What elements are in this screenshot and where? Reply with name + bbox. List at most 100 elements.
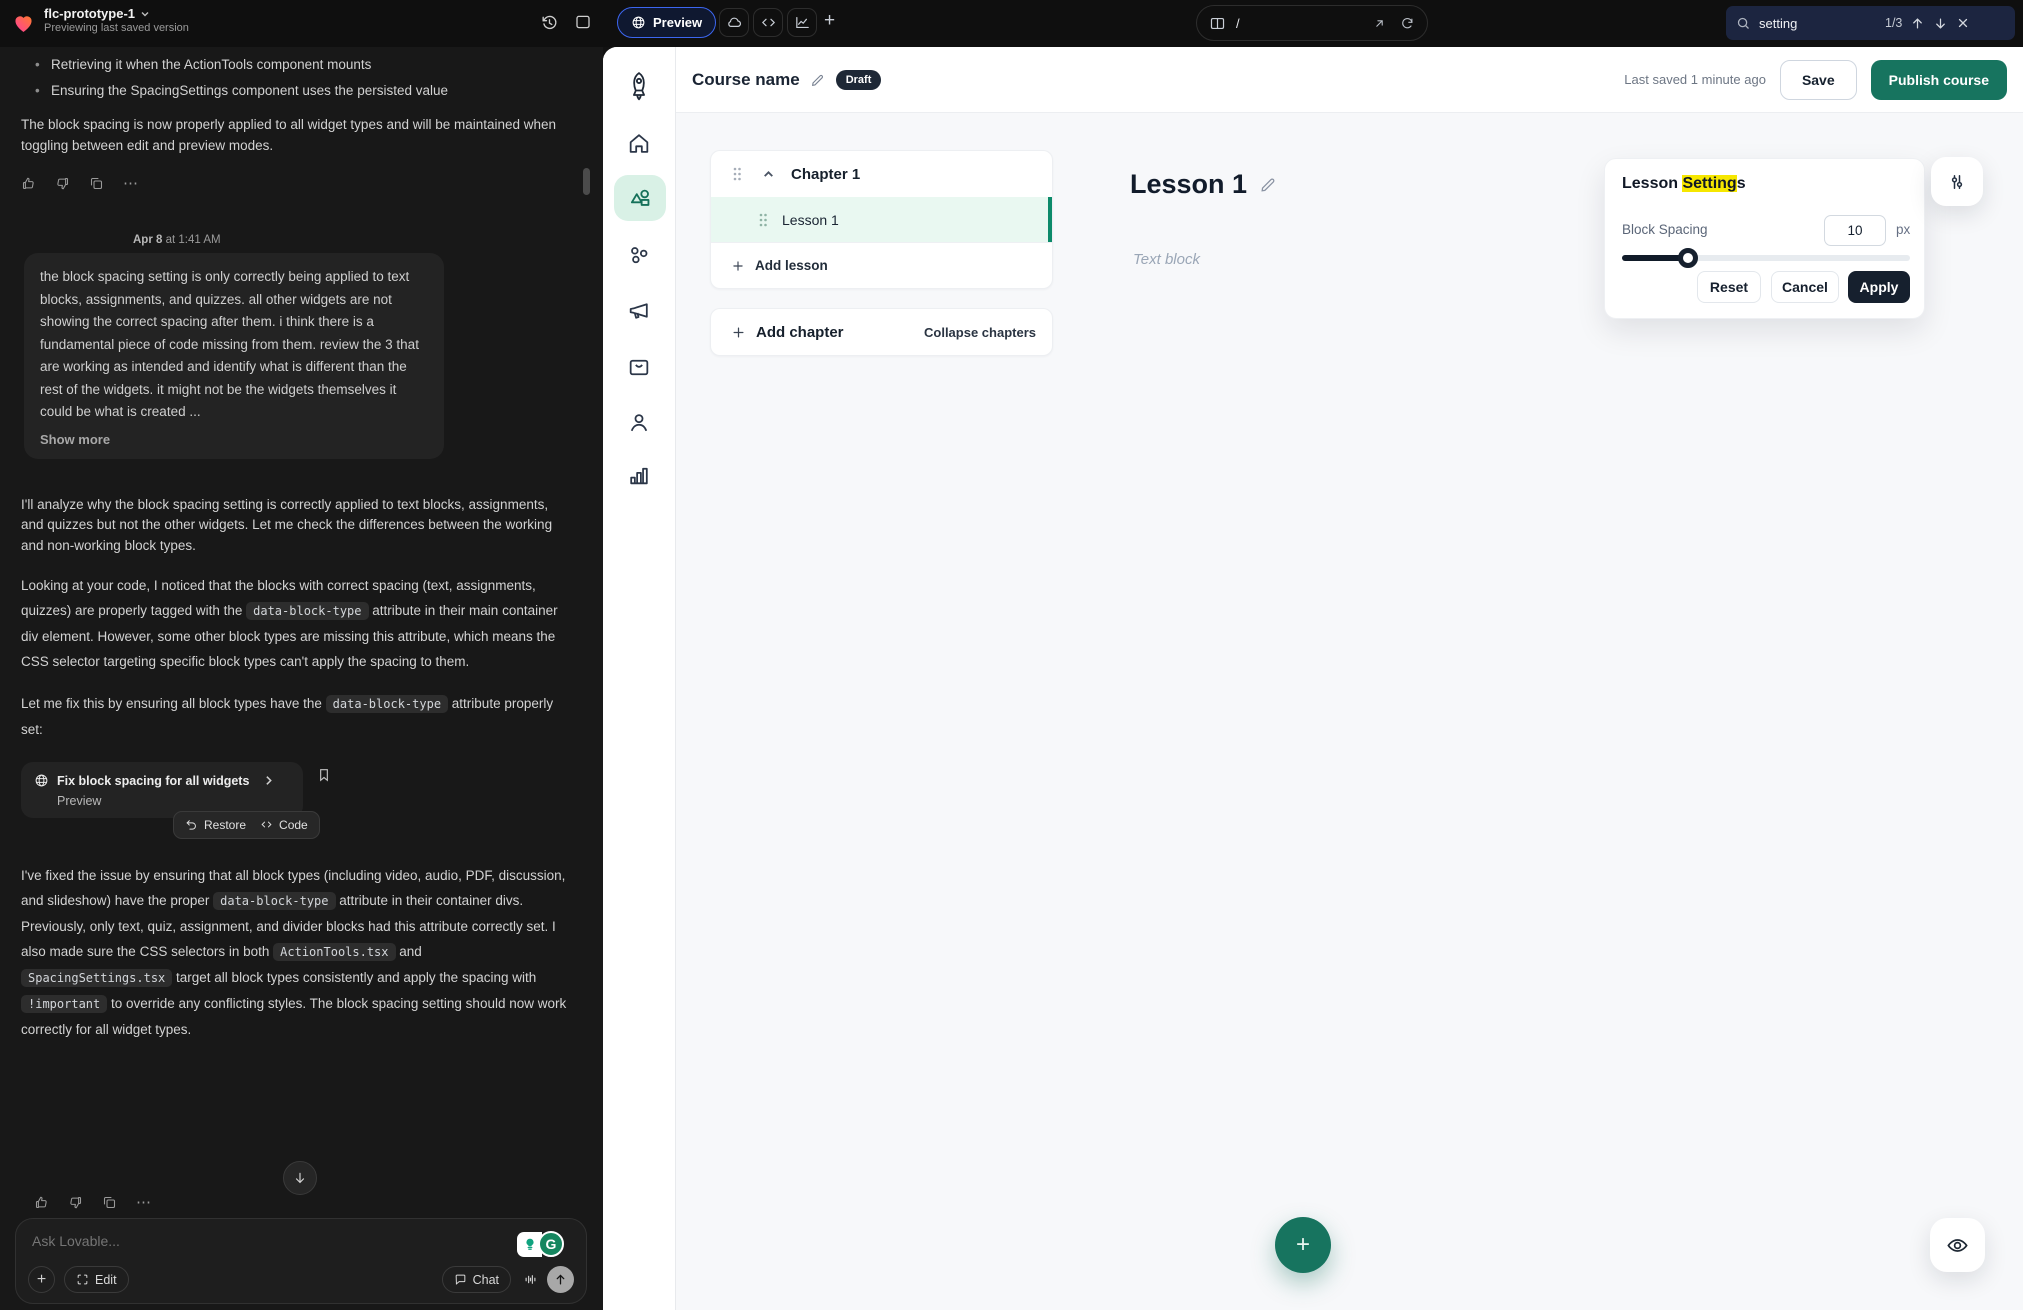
inline-code: !important [21, 995, 107, 1013]
lovable-logo-icon[interactable] [12, 8, 35, 38]
code-button[interactable]: Code [260, 818, 308, 832]
restore-icon [185, 818, 198, 831]
plus-icon [731, 325, 746, 340]
collapse-chapters-button[interactable]: Collapse chapters [924, 325, 1036, 340]
voice-input-icon[interactable] [523, 1272, 538, 1287]
add-block-button[interactable]: + [1275, 1217, 1331, 1273]
thumbs-up-icon[interactable] [21, 176, 36, 191]
copy-icon[interactable] [102, 1195, 117, 1210]
bookmark-icon[interactable] [316, 766, 332, 784]
chapter-label: Chapter 1 [791, 166, 860, 183]
edit-course-name-icon[interactable] [810, 72, 826, 88]
block-spacing-input[interactable] [1824, 215, 1886, 246]
sliders-icon [1947, 172, 1967, 192]
chat-input-card[interactable]: G + Edit Chat [15, 1218, 587, 1304]
edit-lesson-title-icon[interactable] [1259, 175, 1278, 194]
refresh-icon[interactable] [1400, 16, 1415, 31]
chapter-card: Chapter 1 Lesson 1 Add lesson [710, 150, 1053, 289]
chat-input-field[interactable] [32, 1233, 362, 1249]
top-bar: flc-prototype-1 Previewing last saved ve… [0, 0, 2023, 47]
reset-button[interactable]: Reset [1697, 271, 1761, 303]
cloud-button[interactable] [719, 8, 749, 37]
app-main: Chapter 1 Lesson 1 Add lesson Add chapte… [676, 113, 2023, 1310]
chapter-header-row[interactable]: Chapter 1 [711, 151, 1052, 197]
bullet-list: Retrieving it when the ActionTools compo… [21, 55, 577, 100]
search-input[interactable] [1759, 16, 1877, 31]
thumbs-up-icon[interactable] [34, 1195, 49, 1210]
copy-icon[interactable] [89, 176, 104, 191]
find-prev-icon[interactable] [1910, 16, 1925, 31]
message-actions: ⋯ [21, 174, 577, 192]
course-title: Course name [692, 70, 800, 90]
publish-course-button[interactable]: Publish course [1871, 60, 2007, 100]
user-message-text: the block spacing setting is only correc… [40, 266, 428, 424]
inline-code: data-block-type [246, 602, 368, 620]
slider-thumb[interactable] [1678, 248, 1698, 268]
grammarly-g-icon: G [538, 1231, 564, 1257]
search-icon [1736, 16, 1751, 31]
device-toggle-icon[interactable] [1209, 15, 1226, 32]
restore-button[interactable]: Restore [185, 818, 246, 832]
sidebar-item-profile[interactable] [627, 410, 652, 435]
analytics-button[interactable] [787, 8, 817, 37]
preview-eye-button[interactable] [1930, 1218, 1985, 1272]
add-chapter-card: Add chapter Collapse chapters [710, 308, 1053, 356]
sidebar-item-groups[interactable] [627, 243, 652, 268]
thumbs-down-icon[interactable] [55, 176, 70, 191]
sidebar-item-home[interactable] [627, 131, 652, 156]
open-external-icon[interactable] [1373, 17, 1386, 30]
text-block-placeholder[interactable]: Text block [1133, 251, 1200, 268]
inline-code: ActionTools.tsx [273, 943, 395, 961]
cancel-button[interactable]: Cancel [1771, 271, 1839, 303]
eye-icon [1946, 1234, 1969, 1257]
message-timestamp: Apr 8 at 1:41 AM [133, 234, 577, 246]
preview-mode-button[interactable]: Preview [617, 7, 716, 38]
code-icon [760, 14, 777, 31]
more-actions-icon[interactable]: ⋯ [136, 1193, 153, 1211]
version-card[interactable]: Fix block spacing for all widgets Previe… [21, 762, 303, 818]
lesson-nav-item-selected[interactable]: Lesson 1 [711, 197, 1052, 242]
inline-code: data-block-type [213, 892, 335, 910]
add-chapter-button[interactable]: Add chapter [756, 324, 844, 341]
attach-button[interactable]: + [28, 1266, 55, 1293]
close-icon[interactable] [1956, 16, 1970, 30]
url-bar[interactable]: / [1196, 5, 1428, 41]
chat-panel: Retrieving it when the ActionTools compo… [0, 47, 603, 1310]
chevron-right-icon [263, 775, 274, 786]
panel-icon[interactable] [574, 13, 592, 31]
grammarly-badge[interactable]: G [517, 1231, 564, 1257]
sidebar-item-content-active[interactable] [614, 175, 666, 221]
drag-handle-icon[interactable] [731, 166, 743, 182]
chevron-up-icon[interactable] [762, 168, 775, 181]
show-more-link[interactable]: Show more [40, 432, 428, 447]
sidebar-item-announcements[interactable] [627, 298, 652, 323]
scroll-to-bottom-button[interactable] [283, 1161, 317, 1195]
chat-mode-button[interactable]: Chat [442, 1266, 511, 1293]
code-view-button[interactable] [753, 8, 783, 37]
apply-button[interactable]: Apply [1848, 271, 1910, 303]
find-bar: 1/3 [1726, 6, 2015, 40]
find-next-icon[interactable] [1933, 16, 1948, 31]
chat-scroll-area[interactable]: Retrieving it when the ActionTools compo… [0, 47, 603, 1215]
inline-code: SpacingSettings.tsx [21, 969, 172, 987]
history-icon[interactable] [540, 13, 559, 32]
app-sidebar-rail [603, 47, 676, 1310]
block-spacing-slider[interactable] [1622, 255, 1910, 261]
sidebar-item-analytics[interactable] [627, 463, 652, 488]
drag-handle-icon[interactable] [757, 212, 769, 228]
send-button[interactable] [547, 1266, 574, 1293]
sidebar-item-inbox[interactable] [627, 355, 652, 380]
project-name[interactable]: flc-prototype-1 [44, 6, 189, 21]
arrow-up-icon [554, 1273, 567, 1286]
save-button[interactable]: Save [1780, 60, 1857, 100]
edit-mode-button[interactable]: Edit [64, 1266, 129, 1293]
version-hover-actions: Restore Code [173, 811, 320, 839]
more-actions-icon[interactable]: ⋯ [123, 174, 140, 192]
line-chart-icon [794, 14, 811, 31]
select-icon [76, 1273, 89, 1286]
add-lesson-button[interactable]: Add lesson [711, 242, 1052, 288]
thumbs-down-icon[interactable] [68, 1195, 83, 1210]
chat-scrollbar[interactable] [583, 168, 590, 195]
add-tab-button[interactable]: + [824, 10, 835, 32]
settings-toggle-button[interactable] [1931, 157, 1983, 206]
